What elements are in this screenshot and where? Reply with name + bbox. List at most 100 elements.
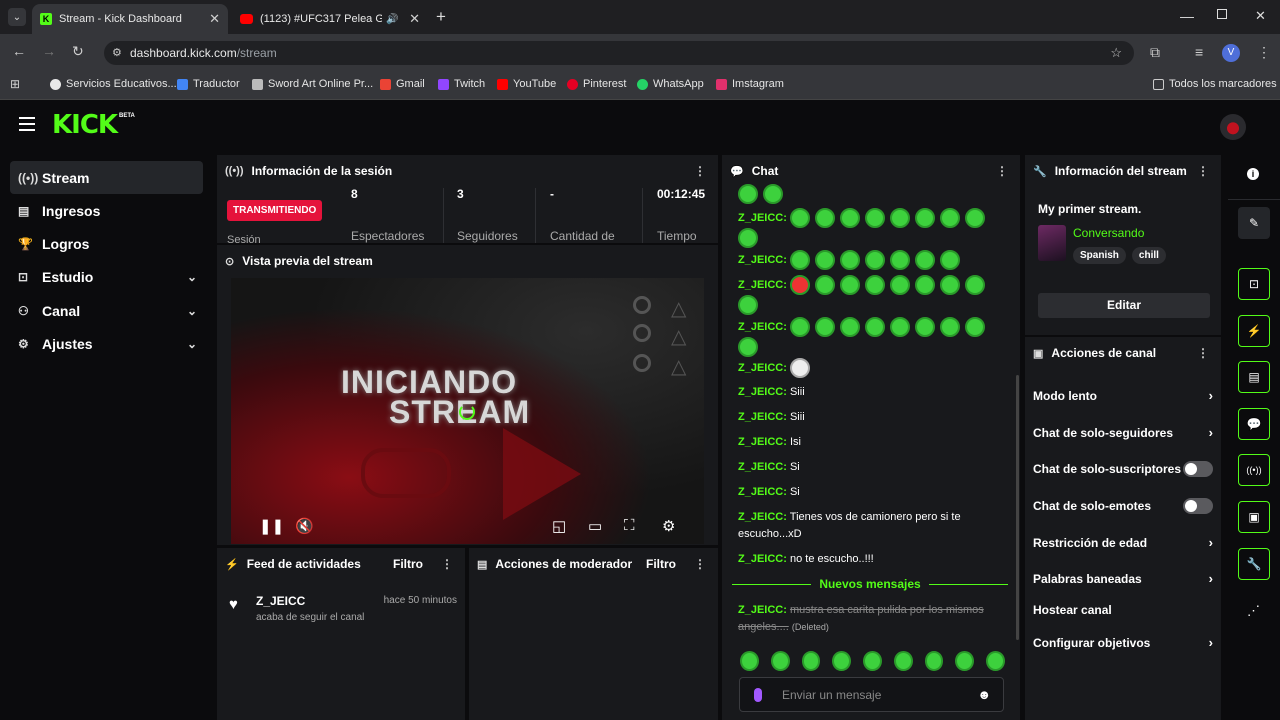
- theater-mode-icon[interactable]: ▭: [588, 517, 602, 535]
- chat-scrollbar[interactable]: [1016, 375, 1019, 640]
- category-link[interactable]: Conversando: [1073, 226, 1144, 240]
- emote-icon[interactable]: [924, 651, 944, 671]
- chat-username[interactable]: Z_JEICC:: [738, 461, 787, 473]
- bookmark-item[interactable]: Pinterest: [567, 78, 626, 90]
- bookmark-item[interactable]: Traductor: [177, 78, 240, 90]
- extensions-icon[interactable]: ⧉: [1150, 44, 1160, 61]
- action-banned-words[interactable]: Palabras baneadas ›: [1033, 571, 1213, 586]
- forward-icon[interactable]: →: [42, 43, 56, 59]
- chat-bubble-icon[interactable]: 💬: [1238, 408, 1270, 440]
- tag-chip[interactable]: Spanish: [1073, 247, 1126, 264]
- feed-user[interactable]: Z_JEICC: [256, 594, 305, 608]
- settings-icon[interactable]: ⚙: [662, 517, 675, 535]
- more-options-icon[interactable]: ⋮: [694, 557, 706, 571]
- mute-icon[interactable]: 🔇: [295, 517, 314, 535]
- emote-icon[interactable]: [770, 651, 790, 671]
- sidebar-item-stream[interactable]: ((•)) Stream: [10, 161, 203, 194]
- more-options-icon[interactable]: ⋮: [694, 164, 706, 178]
- bookmark-item[interactable]: WhatsApp: [637, 78, 704, 90]
- chat-username[interactable]: Z_JEICC:: [738, 604, 787, 616]
- bookmark-item[interactable]: Imstagram: [716, 78, 784, 90]
- site-info-icon[interactable]: ⚙: [112, 46, 122, 59]
- action-goals[interactable]: Configurar objetivos ›: [1033, 635, 1213, 650]
- edit-pencil-icon[interactable]: ✎: [1238, 207, 1270, 239]
- bookmark-item[interactable]: Gmail: [380, 78, 425, 90]
- sidebar-item-ingresos[interactable]: ▤ Ingresos: [10, 194, 203, 227]
- document-icon[interactable]: ▤: [1238, 361, 1270, 393]
- tab-youtube[interactable]: (1123) #UFC317 Pelea Grati 🔊 ✕: [232, 4, 428, 34]
- wrench-icon[interactable]: 🔧: [1238, 548, 1270, 580]
- profile-avatar[interactable]: V: [1222, 44, 1240, 62]
- sidebar-item-logros[interactable]: 🏆 Logros: [10, 227, 203, 260]
- category-thumbnail[interactable]: [1038, 225, 1066, 261]
- browser-menu-icon[interactable]: ⋮: [1257, 44, 1271, 61]
- emote-icon[interactable]: [893, 651, 913, 671]
- filter-button[interactable]: Filtro: [646, 557, 676, 571]
- share-icon[interactable]: ⋰: [1247, 603, 1260, 619]
- speaker-icon[interactable]: 🔊: [386, 14, 398, 25]
- emote-icon[interactable]: [986, 651, 1006, 671]
- minimize-button[interactable]: —: [1180, 8, 1194, 24]
- apps-grid-icon[interactable]: ⊞: [10, 77, 20, 91]
- chat-username[interactable]: Z_JEICC:: [738, 553, 787, 565]
- sidebar-item-ajustes[interactable]: ⚙ Ajustes ⌄: [10, 327, 203, 360]
- emote-icon[interactable]: [863, 651, 882, 671]
- chat-username[interactable]: Z_JEICC:: [738, 486, 787, 498]
- microphone-icon[interactable]: [754, 687, 762, 702]
- emote-icon[interactable]: [955, 651, 975, 671]
- chat-username[interactable]: Z_JEICC:: [738, 386, 787, 398]
- lightning-icon[interactable]: ⚡: [1238, 315, 1270, 347]
- kick-logo[interactable]: KICK: [52, 110, 118, 140]
- chat-username[interactable]: Z_JEICC:: [738, 279, 787, 291]
- action-followers-only[interactable]: Chat de solo-seguidores ›: [1033, 425, 1213, 440]
- url-field[interactable]: ⚙ dashboard.kick.com/stream ☆: [104, 41, 1134, 65]
- bookmark-star-icon[interactable]: ☆: [1110, 45, 1122, 61]
- filter-button[interactable]: Filtro: [393, 557, 423, 571]
- chat-input[interactable]: Enviar un mensaje ☻: [739, 677, 1004, 712]
- chat-username[interactable]: Z_JEICC:: [738, 436, 787, 448]
- broadcast-icon[interactable]: ((•)): [1238, 454, 1270, 486]
- chat-username[interactable]: Z_JEICC:: [738, 212, 787, 224]
- chat-username[interactable]: Z_JEICC:: [738, 511, 787, 523]
- fullscreen-icon[interactable]: ⛶: [624, 517, 635, 534]
- action-age-restriction[interactable]: Restricción de edad ›: [1033, 535, 1213, 550]
- chat-username[interactable]: Z_JEICC:: [738, 362, 787, 374]
- close-tab-icon[interactable]: ✕: [409, 11, 420, 27]
- back-icon[interactable]: ←: [12, 43, 26, 59]
- sidebar-item-canal[interactable]: ⚇ Canal ⌄: [10, 294, 203, 327]
- bookmark-item[interactable]: Servicios Educativos...: [50, 78, 177, 90]
- chat-username[interactable]: Z_JEICC:: [738, 411, 787, 423]
- emote-icon[interactable]: [740, 651, 759, 671]
- screen-capture-icon[interactable]: ⊡: [1238, 268, 1270, 300]
- more-options-icon[interactable]: ⋮: [441, 557, 453, 571]
- info-icon[interactable]: i: [1247, 168, 1259, 180]
- chat-username[interactable]: Z_JEICC:: [738, 254, 787, 266]
- stream-video[interactable]: INICIANDO STREAM △ △ △: [231, 278, 704, 544]
- user-avatar[interactable]: [1220, 114, 1246, 140]
- emote-icon[interactable]: [832, 651, 852, 671]
- tab-kick-dashboard[interactable]: K Stream - Kick Dashboard ✕: [32, 4, 228, 34]
- maximize-button[interactable]: [1217, 9, 1227, 19]
- tab-list-button[interactable]: ⌄: [8, 8, 26, 26]
- all-bookmarks-folder[interactable]: Todos los marcadores: [1153, 78, 1277, 90]
- action-slow-mode[interactable]: Modo lento ›: [1033, 388, 1213, 403]
- pip-icon[interactable]: ◱: [552, 517, 566, 535]
- sidebar-item-estudio[interactable]: ⊡ Estudio ⌄: [10, 260, 203, 293]
- media-control-icon[interactable]: ≡: [1195, 44, 1203, 60]
- pause-icon[interactable]: ❚❚: [259, 517, 284, 535]
- emoji-icon[interactable]: ☻: [977, 687, 991, 702]
- edit-button[interactable]: Editar: [1038, 293, 1210, 318]
- video-camera-icon[interactable]: ▣: [1238, 501, 1270, 533]
- close-tab-icon[interactable]: ✕: [209, 11, 220, 27]
- action-host-channel[interactable]: Hostear canal: [1033, 603, 1213, 617]
- reload-icon[interactable]: ↻: [72, 43, 84, 60]
- bookmark-item[interactable]: Twitch: [438, 78, 485, 90]
- bookmark-item[interactable]: YouTube: [497, 78, 556, 90]
- more-options-icon[interactable]: ⋮: [1197, 164, 1209, 178]
- more-options-icon[interactable]: ⋮: [1197, 346, 1209, 360]
- emotes-only-toggle[interactable]: [1183, 498, 1213, 514]
- subscribers-only-toggle[interactable]: [1183, 461, 1213, 477]
- tag-chip[interactable]: chill: [1131, 247, 1166, 264]
- hamburger-menu-icon[interactable]: [19, 117, 35, 131]
- new-tab-button[interactable]: +: [436, 7, 446, 27]
